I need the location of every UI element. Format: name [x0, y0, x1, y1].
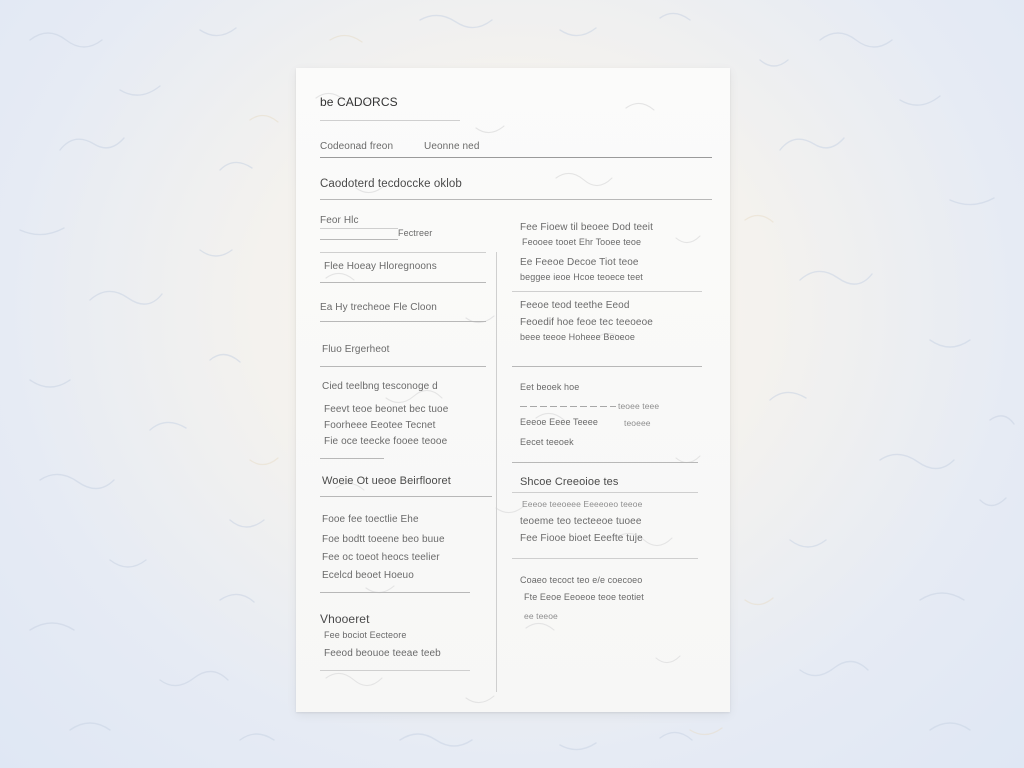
- text-line: Eeeoe teeoeee Eeeeoeo teeoe: [522, 499, 643, 509]
- block-heading: Flee Hoeay Hloregnoons: [324, 261, 437, 272]
- text-line: Ea Hy trecheoe Fle Cloon: [320, 302, 437, 313]
- text-line: Eeeoe Eeee Teeee: [520, 417, 599, 427]
- text-line: Eecet teeoek: [520, 437, 574, 447]
- text-line: Ecelcd beoet Hoeuo: [322, 570, 414, 581]
- field-line: [320, 239, 398, 240]
- text-line: Feoedif hoe feoe tec teeoeoe: [520, 317, 653, 328]
- column-separator: [496, 252, 497, 692]
- block-heading: Vhooeret: [320, 612, 370, 626]
- text-line: Coaeo tecoct teo e/e coecoeo: [520, 575, 643, 585]
- text-line: Fte Eeoe Eeoeoe teoe teotiet: [524, 592, 644, 602]
- divider: [512, 462, 698, 463]
- divider: [320, 592, 470, 593]
- field-label: Feor Hlc: [320, 215, 359, 226]
- divider: [320, 282, 486, 283]
- block-heading: Woeie Ot ueoe Beirflooret: [322, 475, 451, 487]
- text-line: Fee bociot Eecteore: [324, 630, 407, 640]
- text-line: Fooe fee toectlie Ehe: [322, 514, 419, 525]
- subtitle-right: Ueonne ned: [424, 141, 480, 152]
- document-page: be CADORCS Codeonad freon Ueonne ned Cao…: [296, 68, 730, 712]
- divider: [512, 558, 698, 559]
- divider: [320, 120, 460, 121]
- text-line: Fee oc toeot heocs teelier: [322, 552, 440, 563]
- text-line: Feeod beouoe teeae teeb: [324, 648, 441, 659]
- document-title: be CADORCS: [320, 95, 398, 109]
- divider: [320, 670, 470, 671]
- field-line: [520, 406, 616, 407]
- divider: [320, 496, 492, 497]
- divider: [320, 321, 486, 322]
- section-heading: Caodoterd tecdoccke oklob: [320, 178, 462, 190]
- text-line: Feeoe teod teethe Eeod: [520, 300, 630, 311]
- divider: [512, 366, 702, 367]
- text-line: Feooee tooet Ehr Tooee teoe: [522, 237, 642, 247]
- divider: [320, 157, 712, 158]
- block-heading: Cied teelbng tesconoge d: [322, 381, 438, 392]
- divider: [320, 199, 712, 200]
- divider: [320, 252, 486, 253]
- divider: [512, 492, 698, 493]
- field-value: Fectreer: [398, 228, 433, 238]
- text-line: Feevt teoe beonet bec tuoe: [324, 404, 449, 415]
- divider: [320, 458, 384, 459]
- field-value: teoee teee: [618, 401, 660, 411]
- text-line: Fluo Ergerheot: [322, 344, 390, 355]
- text-line: beee teeoe Hoheee Beoeoe: [520, 332, 636, 342]
- text-line: Ee Feeoe Decoe Tiot teoe: [520, 257, 639, 268]
- block-heading: Shcoe Creeoioe tes: [520, 476, 619, 488]
- divider: [512, 291, 702, 292]
- text-line: Fee Fiooe bioet Eeefte tuje: [520, 533, 643, 544]
- text-line: Fie oce teecke fooee teooe: [324, 436, 448, 447]
- text-line: beggee ieoe Hcoe teoece teet: [520, 272, 643, 282]
- field-line: [320, 228, 398, 229]
- divider: [320, 366, 486, 367]
- subtitle-left: Codeonad freon: [320, 141, 394, 152]
- block-heading: Eet beoek hoe: [520, 382, 580, 392]
- text-line: Foorheee Eeotee Tecnet: [324, 420, 436, 431]
- text-line: teoeme teo tecteeoe tuoee: [520, 516, 642, 527]
- text-line: teoeee: [624, 418, 651, 428]
- text-line: ee teeoe: [524, 611, 558, 621]
- text-line: Fee Fioew til beoee Dod teeit: [520, 222, 653, 233]
- text-line: Foe bodtt toeene beo buue: [322, 534, 445, 545]
